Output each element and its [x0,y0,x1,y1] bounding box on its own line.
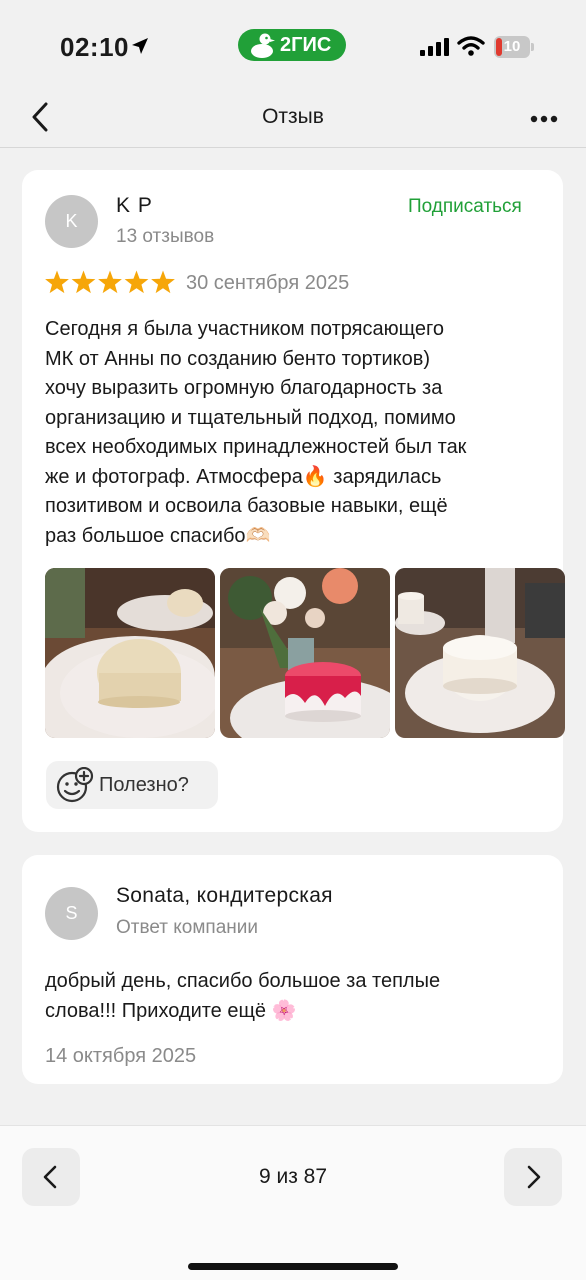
company-name[interactable]: Sonata, кондитерская [116,884,333,908]
review-card: K K P 13 отзывов Подписаться 30 сентября… [22,170,565,832]
more-dots-icon [530,115,558,123]
star-icon [124,270,149,294]
brand-name: 2ГИС [280,34,332,56]
battery-icon: 10 [494,36,534,58]
location-arrow-icon [130,36,150,61]
more-options-button[interactable] [522,102,566,136]
author-name[interactable]: K P [116,194,153,218]
review-photo-2[interactable] [220,568,390,738]
company-reply-card: S Sonata, кондитерская Ответ компании до… [22,855,563,1084]
star-icon [98,270,122,294]
nav-bar: Отзыв [0,96,586,148]
brand-badge: 2ГИС [238,29,346,61]
helpful-label: Полезно? [99,774,189,796]
clock: 02:10 [60,32,129,62]
page-title: Отзыв [262,105,324,128]
company-avatar[interactable]: S [45,887,98,940]
bird-logo-icon [248,32,276,63]
battery-level: 10 [503,38,521,55]
cellular-signal-icon [420,38,450,61]
star-icon [71,270,96,294]
review-photo-3[interactable] [395,568,565,738]
star-icon [45,270,69,294]
pager-position: 9 из 87 [258,1165,328,1188]
smile-add-icon [56,766,94,808]
wifi-icon [457,36,485,61]
status-bar: 02:10 2ГИС 10 [0,0,586,96]
review-text: Сегодня я была участником потрясающего М… [45,318,467,547]
home-indicator[interactable] [188,1263,398,1270]
chevron-right-icon [527,1165,541,1189]
reply-date: 14 октября 2025 [45,1045,197,1067]
rating-stars [44,270,178,301]
next-review-button[interactable] [504,1148,562,1206]
reply-text: добрый день, спасибо большое за теплые с… [45,970,441,1022]
avatar[interactable]: K [45,195,98,248]
star-icon [151,270,175,294]
author-review-count: 13 отзывов [116,226,215,247]
helpful-button[interactable]: Полезно? [46,761,218,809]
pager-bar: 9 из 87 [0,1125,586,1280]
subscribe-button[interactable]: Подписаться [408,196,522,218]
company-reply-label: Ответ компании [116,917,259,938]
review-date: 30 сентября 2025 [186,272,350,294]
review-photo-1[interactable] [45,568,215,738]
